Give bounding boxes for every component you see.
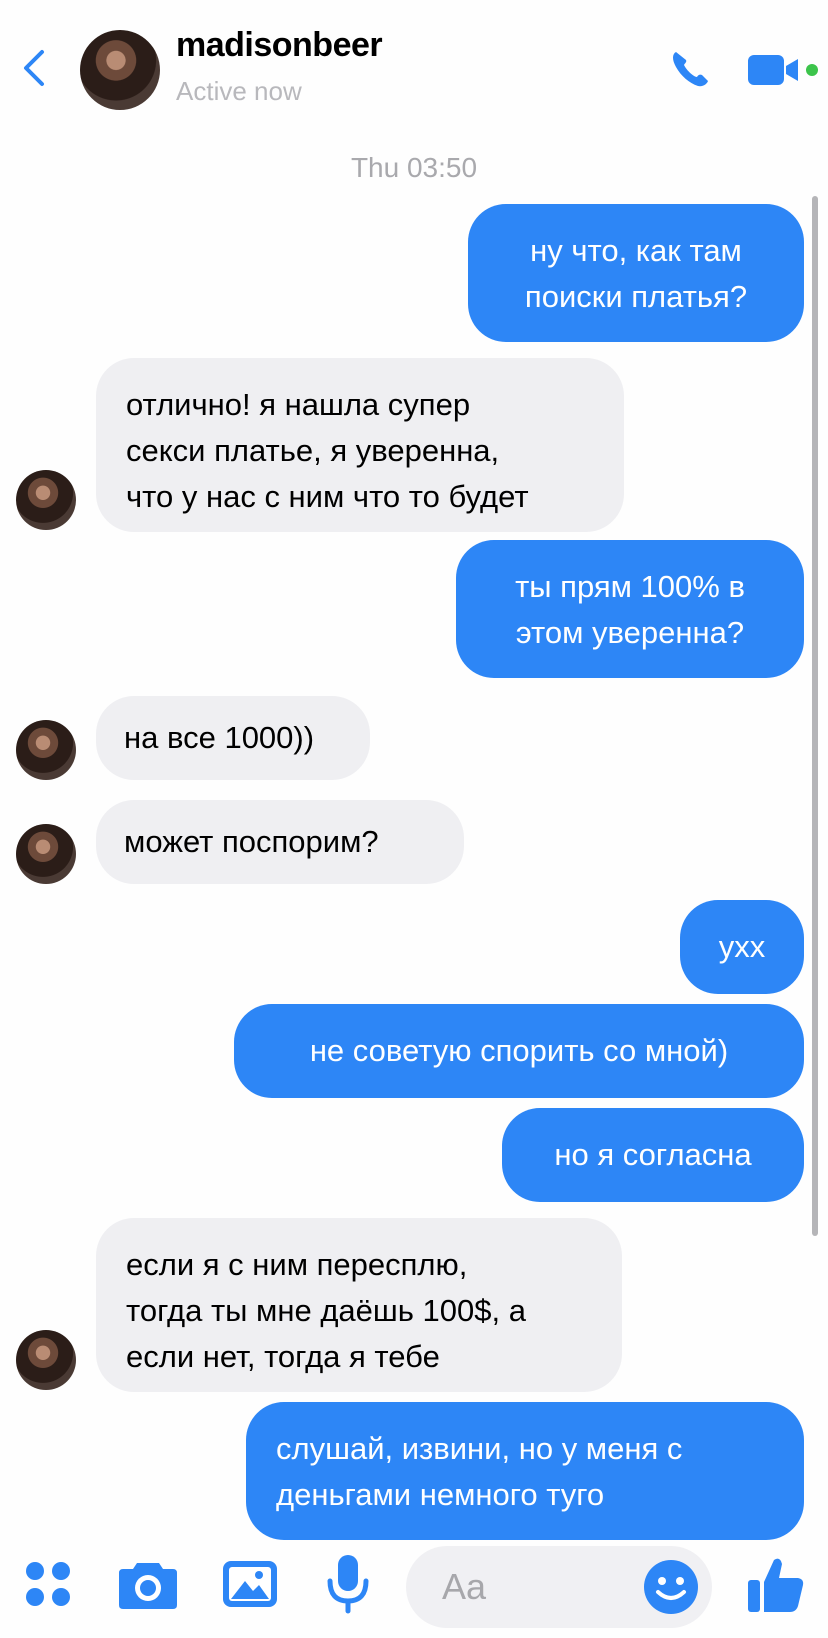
contact-name[interactable]: madisonbeer bbox=[176, 26, 383, 65]
message-line: поиски платья? bbox=[524, 279, 748, 314]
message-line: секси платье, я уверенна, bbox=[126, 433, 500, 468]
message-bubble-outgoing[interactable]: не советую спорить со мной) bbox=[234, 1004, 804, 1098]
message-bubble-incoming[interactable]: отлично! я нашла супер секси платье, я у… bbox=[96, 358, 624, 532]
video-call-icon[interactable] bbox=[748, 50, 820, 90]
message-line: но я согласна bbox=[554, 1137, 752, 1172]
message-bubble-outgoing[interactable]: ты прям 100% в этом уверенна? bbox=[456, 540, 804, 678]
phone-icon[interactable] bbox=[666, 46, 716, 90]
message-line: если нет, тогда я тебе bbox=[126, 1339, 440, 1374]
message-bubble-outgoing[interactable]: ну что, как там поиски платья? bbox=[468, 204, 804, 342]
message-line: тогда ты мне даёшь 100$, а bbox=[126, 1293, 526, 1328]
composer-bar: Aa bbox=[0, 1540, 828, 1638]
scrollbar[interactable] bbox=[812, 196, 818, 1236]
contact-avatar[interactable] bbox=[80, 30, 160, 110]
like-thumb-icon[interactable] bbox=[744, 1552, 808, 1616]
message-line: отлично! я нашла супер bbox=[126, 387, 471, 422]
sender-avatar[interactable] bbox=[16, 470, 76, 530]
message-line: ну что, как там bbox=[530, 233, 742, 268]
message-line: деньгами немного туго bbox=[276, 1477, 605, 1512]
conversation-timestamp: Thu 03:50 bbox=[350, 152, 478, 183]
presence-status: Active now bbox=[176, 76, 302, 106]
sender-avatar[interactable] bbox=[16, 720, 76, 780]
message-bubble-incoming[interactable]: если я с ним пересплю, тогда ты мне даёш… bbox=[96, 1218, 622, 1392]
message-input[interactable]: Aa bbox=[406, 1546, 712, 1628]
message-bubble-incoming[interactable]: может поспорим? bbox=[96, 800, 464, 884]
back-chevron-icon[interactable] bbox=[14, 46, 58, 90]
emoji-icon[interactable] bbox=[642, 1558, 700, 1616]
message-line: не советую спорить со мной) bbox=[309, 1033, 729, 1068]
apps-grid-icon[interactable] bbox=[16, 1552, 80, 1616]
sender-avatar[interactable] bbox=[16, 1330, 76, 1390]
camera-icon[interactable] bbox=[116, 1552, 180, 1616]
message-line: слушай, извини, но у меня с bbox=[276, 1431, 683, 1466]
microphone-icon[interactable] bbox=[316, 1552, 380, 1616]
message-bubble-incoming[interactable]: на все 1000)) bbox=[96, 696, 370, 780]
message-line: если я с ним пересплю, bbox=[126, 1247, 468, 1282]
message-line: на все 1000)) bbox=[124, 720, 315, 755]
message-input-placeholder: Aa bbox=[442, 1566, 487, 1607]
message-line: ухх bbox=[718, 929, 766, 964]
sender-avatar[interactable] bbox=[16, 824, 76, 884]
message-line: что у нас с ним что то будет bbox=[126, 479, 529, 514]
message-bubble-outgoing[interactable]: ухх bbox=[680, 900, 804, 994]
gallery-icon[interactable] bbox=[218, 1552, 282, 1616]
message-bubble-outgoing[interactable]: слушай, извини, но у меня с деньгами нем… bbox=[246, 1402, 804, 1540]
message-line: этом уверенна? bbox=[515, 615, 745, 650]
message-line: ты прям 100% в bbox=[515, 569, 745, 604]
message-bubble-outgoing[interactable]: но я согласна bbox=[502, 1108, 804, 1202]
message-line: может поспорим? bbox=[124, 824, 379, 859]
chat-header: madisonbeer Active now bbox=[0, 0, 828, 140]
